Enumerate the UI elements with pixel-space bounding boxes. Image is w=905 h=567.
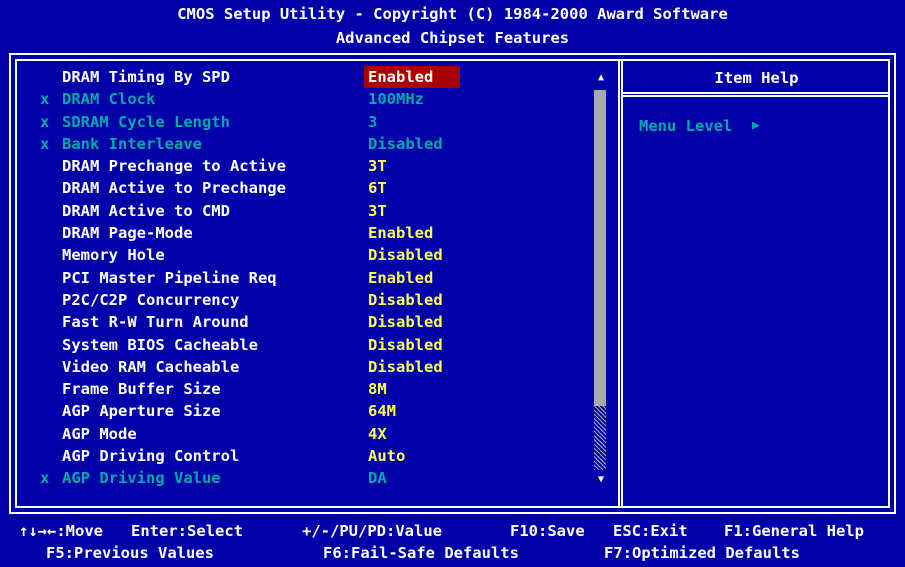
setting-value[interactable]: Disabled (368, 334, 443, 356)
key-help-footer: ↑↓→←:Move Enter:Select +/-/PU/PD:Value F… (0, 520, 905, 567)
setting-row[interactable]: System BIOS Cacheable Disabled (0, 334, 600, 356)
setting-label: DRAM Active to Prechange (62, 179, 286, 198)
key-save: F10:Save (510, 522, 585, 540)
setting-row[interactable]: AGP Driving Control Auto (0, 445, 600, 467)
setting-row[interactable]: DRAM Active to CMD 3T (0, 200, 600, 222)
setting-row[interactable]: DRAM Prechange to Active 3T (0, 155, 600, 177)
setting-row: x Bank Interleave Disabled (0, 133, 600, 155)
key-move: ↑↓→←:Move (19, 522, 103, 540)
setting-row[interactable]: Frame Buffer Size 8M (0, 378, 600, 400)
utility-title: CMOS Setup Utility - Copyright (C) 1984-… (177, 5, 728, 23)
setting-row[interactable]: P2C/C2P Concurrency Disabled (0, 289, 600, 311)
setting-value: DA (368, 469, 387, 488)
key-exit: ESC:Exit (613, 522, 688, 540)
setting-label: Video RAM Cacheable (62, 357, 240, 376)
locked-mark: x (40, 112, 50, 131)
page-title: Advanced Chipset Features (335, 29, 570, 47)
setting-row[interactable]: Fast R-W Turn Around Disabled (0, 311, 600, 333)
setting-value[interactable]: 4X (368, 423, 387, 445)
setting-label: PCI Master Pipeline Req (62, 268, 277, 287)
setting-value[interactable]: 3T (368, 155, 387, 177)
setting-value[interactable]: Disabled (368, 244, 443, 266)
setting-label: P2C/C2P Concurrency (62, 290, 240, 309)
scroll-up-icon[interactable]: ▲ (594, 68, 608, 88)
setting-label: Memory Hole (62, 246, 165, 265)
setting-value[interactable]: Enabled (364, 66, 460, 89)
setting-label: AGP Mode (62, 424, 137, 443)
setting-value[interactable]: Auto (368, 445, 405, 467)
scroll-thumb[interactable] (594, 90, 606, 406)
setting-value[interactable]: Disabled (368, 311, 443, 333)
menu-level-arrow-icon: ▶ (752, 118, 760, 133)
locked-mark: x (40, 134, 50, 153)
setting-value[interactable]: Enabled (368, 222, 433, 244)
key-optimized-defaults: F7:Optimized Defaults (604, 544, 800, 562)
setting-value: Disabled (368, 134, 443, 153)
setting-row[interactable]: PCI Master Pipeline Req Enabled (0, 267, 600, 289)
item-help-title: Item Help (714, 69, 799, 87)
setting-value[interactable]: Disabled (368, 356, 443, 378)
setting-value[interactable]: 6T (368, 177, 387, 199)
setting-value: 100MHz (368, 90, 424, 109)
scrollbar[interactable]: ▲ ▼ (594, 68, 608, 490)
scroll-down-icon[interactable]: ▼ (594, 470, 608, 490)
setting-label: AGP Driving Control (62, 447, 240, 466)
header: CMOS Setup Utility - Copyright (C) 1984-… (0, 0, 905, 54)
setting-row[interactable]: DRAM Page-Mode Enabled (0, 222, 600, 244)
setting-row: x DRAM Clock 100MHz (0, 88, 600, 110)
setting-label: DRAM Timing By SPD (62, 68, 230, 86)
setting-row: x AGP Driving Value DA (0, 467, 600, 489)
setting-label: Bank Interleave (62, 134, 202, 153)
setting-row[interactable]: AGP Mode 4X (0, 423, 600, 445)
setting-row: x SDRAM Cycle Length 3 (0, 111, 600, 133)
setting-row[interactable]: Video RAM Cacheable Disabled (0, 356, 600, 378)
setting-value[interactable]: Disabled (368, 289, 443, 311)
setting-label: DRAM Prechange to Active (62, 157, 286, 176)
locked-mark: x (40, 469, 50, 488)
key-select: Enter:Select (131, 522, 243, 540)
key-previous-values: F5:Previous Values (46, 544, 214, 562)
setting-value[interactable]: 64M (368, 400, 396, 422)
settings-list: DRAM Timing By SPD Enabled x DRAM Clock 100M… (0, 66, 600, 490)
setting-value[interactable]: Enabled (368, 267, 433, 289)
setting-label: SDRAM Cycle Length (62, 112, 230, 131)
setting-value[interactable]: 3T (368, 200, 387, 222)
help-divider (621, 92, 890, 97)
setting-label: Frame Buffer Size (62, 380, 221, 399)
setting-value[interactable]: 8M (368, 378, 387, 400)
setting-row[interactable]: DRAM Active to Prechange 6T (0, 177, 600, 199)
setting-label: Fast R-W Turn Around (62, 313, 249, 332)
setting-row[interactable]: AGP Aperture Size 64M (0, 400, 600, 422)
setting-label: AGP Driving Value (62, 469, 221, 488)
panel-divider (618, 59, 623, 508)
setting-label: DRAM Active to CMD (62, 201, 230, 220)
menu-level-label: Menu Level (639, 117, 733, 135)
locked-mark: x (40, 90, 50, 109)
key-value: +/-/PU/PD:Value (302, 522, 442, 540)
setting-row[interactable]: Memory Hole Disabled (0, 244, 600, 266)
setting-label: DRAM Page-Mode (62, 224, 193, 243)
key-general-help: F1:General Help (724, 522, 864, 540)
setting-label: AGP Aperture Size (62, 402, 221, 421)
setting-label: System BIOS Cacheable (62, 335, 258, 354)
setting-row[interactable]: DRAM Timing By SPD Enabled (0, 66, 600, 89)
scroll-track[interactable] (594, 406, 606, 470)
key-fail-safe-defaults: F6:Fail-Safe Defaults (323, 544, 519, 562)
setting-label: DRAM Clock (62, 90, 156, 109)
setting-value: 3 (368, 112, 378, 131)
